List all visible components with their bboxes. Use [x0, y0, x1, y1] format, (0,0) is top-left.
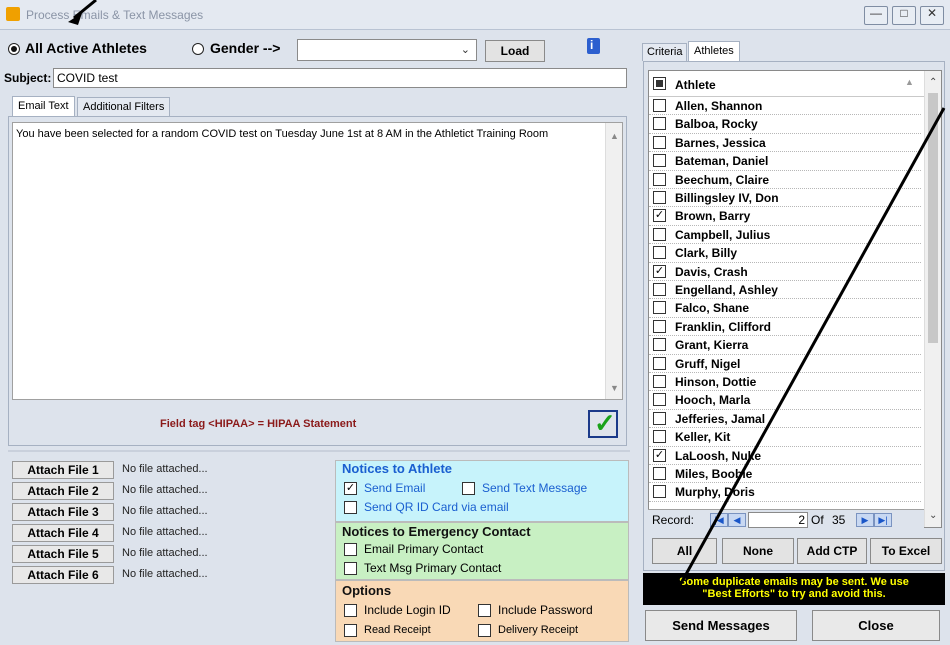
annotation-arrows — [68, 0, 946, 604]
send-arrow-head — [667, 588, 681, 604]
title-arrow-line — [73, 0, 97, 20]
title-arrow-head — [68, 13, 82, 25]
send-arrow-line — [672, 107, 946, 597]
